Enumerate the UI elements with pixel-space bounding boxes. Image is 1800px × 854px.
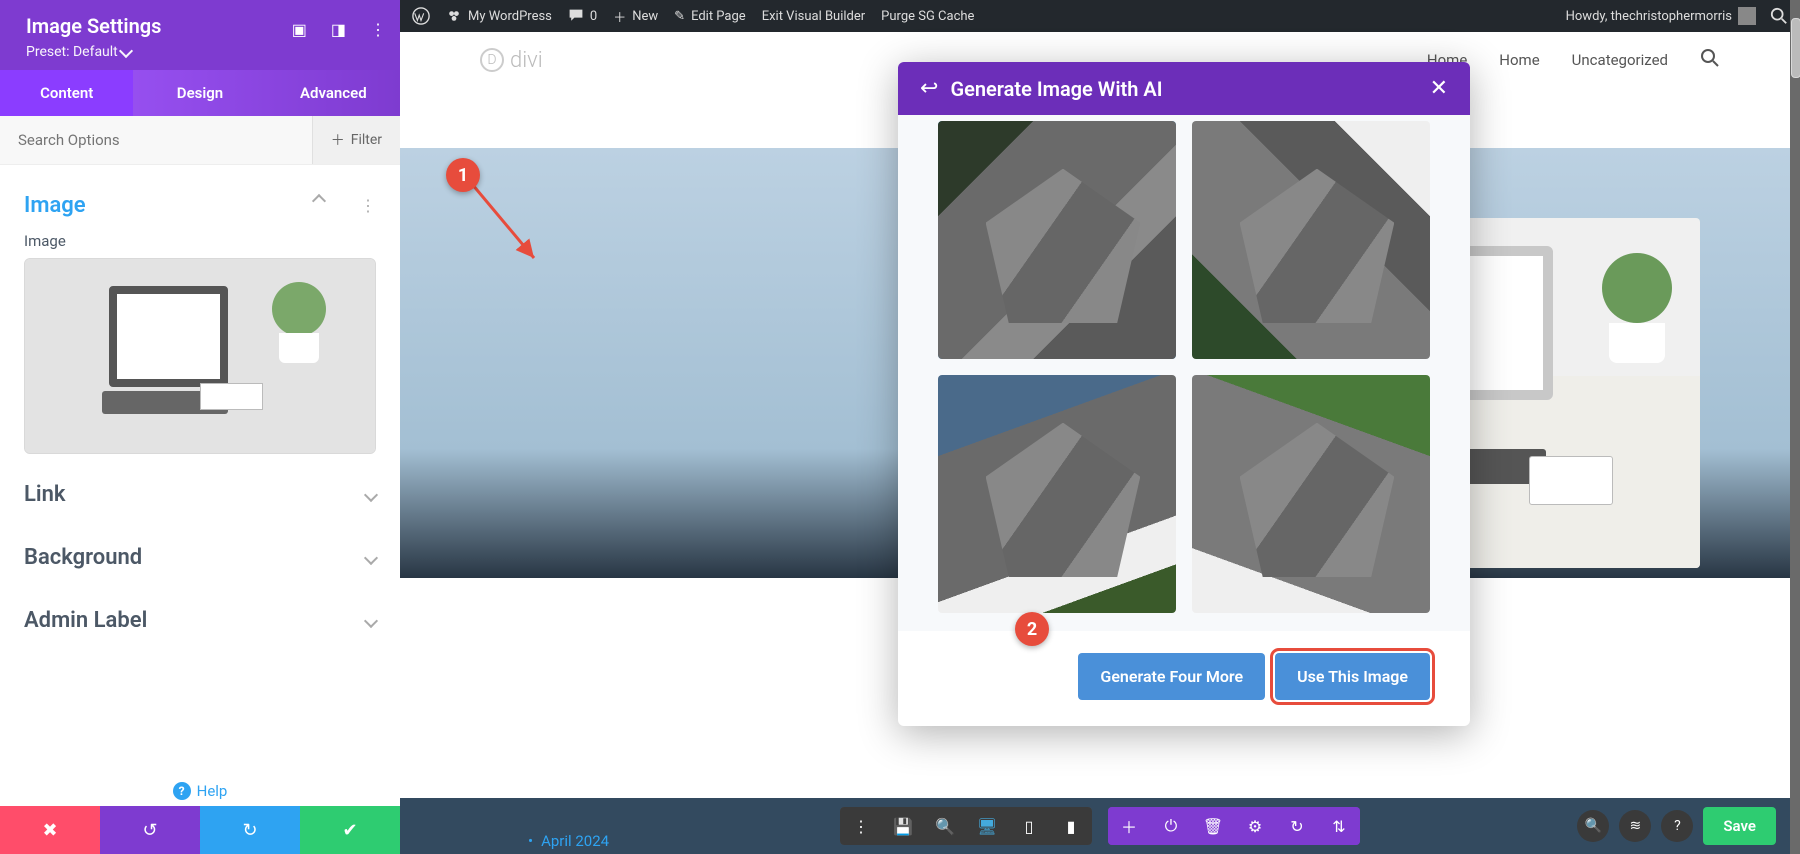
kebab-icon[interactable]: ⋮ (360, 196, 376, 215)
bb-group-right: ＋ ⏻ 🗑 ⚙ ↻ ⇅ (1108, 807, 1360, 845)
bb-tablet-icon[interactable]: ▯ (1008, 807, 1050, 845)
filter-button[interactable]: ＋ Filter (312, 116, 400, 164)
bb-layers-icon[interactable]: ≋ (1619, 810, 1651, 842)
modal-body (898, 115, 1470, 631)
expand-icon[interactable]: ▣ (292, 20, 307, 39)
annotation-arrow-1 (468, 180, 548, 270)
ai-image-modal: ↩ Generate Image With AI ✕ Generate Four… (898, 62, 1470, 726)
chevron-down-icon (364, 487, 378, 501)
section-admin-label-header[interactable]: Admin Label (24, 598, 376, 643)
settings-tabs: Content Design Advanced (0, 70, 400, 116)
bottom-actions: ✖ ↺ ↻ ✔ (0, 806, 400, 854)
section-link: Link (24, 472, 376, 517)
bb-group-left: ⋮ 💾 🔍 🖥 ▯ ▮ (840, 807, 1092, 845)
help-link[interactable]: ? Help (0, 776, 400, 806)
settings-sidebar: Image Settings Preset: Default ▣ ◨ ⋮ Con… (0, 0, 400, 854)
tab-design[interactable]: Design (133, 70, 266, 116)
bb-add-icon[interactable]: ＋ (1108, 807, 1150, 845)
discard-button[interactable]: ✖ (0, 806, 100, 854)
section-admin-label: Admin Label (24, 598, 376, 643)
site-logo[interactable]: D divi (480, 48, 543, 73)
bb-sort-icon[interactable]: ⇅ (1318, 807, 1360, 845)
nav-search-icon[interactable] (1700, 48, 1720, 72)
builder-bar: ⋮ 💾 🔍 🖥 ▯ ▮ ＋ ⏻ 🗑 ⚙ ↻ ⇅ 🔍 ≋ ? Save (400, 798, 1800, 854)
generated-image-2[interactable] (1192, 121, 1430, 359)
main-canvas: My WordPress 0 ＋ New ✎ Edit Page Exit Vi… (400, 0, 1800, 854)
site-nav: Home Home Uncategorized (1427, 48, 1720, 72)
nav-uncategorized[interactable]: Uncategorized (1572, 51, 1668, 69)
section-image: Image ⋮ Image (24, 183, 376, 454)
redo-button[interactable]: ↻ (200, 806, 300, 854)
bb-menu-icon[interactable]: ⋮ (840, 807, 882, 845)
bb-help-icon[interactable]: ? (1661, 810, 1693, 842)
wp-comments-link[interactable]: 0 (568, 8, 597, 24)
preset-dropdown[interactable]: Preset: Default (26, 44, 374, 60)
confirm-button[interactable]: ✔ (300, 806, 400, 854)
chevron-down-icon (119, 44, 133, 58)
wp-edit-link[interactable]: ✎ Edit Page (674, 9, 746, 24)
section-image-header[interactable]: Image ⋮ (24, 183, 376, 228)
search-input[interactable] (0, 117, 312, 163)
section-link-header[interactable]: Link (24, 472, 376, 517)
chevron-down-icon (364, 613, 378, 627)
wp-new-link[interactable]: ＋ New (613, 7, 658, 26)
wp-site-link[interactable]: My WordPress (446, 8, 552, 24)
help-icon: ? (173, 782, 191, 800)
close-icon[interactable]: ✕ (1430, 76, 1448, 101)
nav-home2[interactable]: Home (1499, 51, 1539, 69)
section-background-header[interactable]: Background (24, 535, 376, 580)
wp-exit-link[interactable]: Exit Visual Builder (762, 9, 865, 24)
back-icon[interactable]: ↩ (920, 76, 938, 101)
bb-trash-icon[interactable]: 🗑 (1192, 807, 1234, 845)
search-row: ＋ Filter (0, 116, 400, 165)
wp-admin-bar: My WordPress 0 ＋ New ✎ Edit Page Exit Vi… (400, 0, 1800, 32)
generated-image-1[interactable] (938, 121, 1176, 359)
chevron-up-icon (312, 194, 326, 208)
section-background: Background (24, 535, 376, 580)
tab-content[interactable]: Content (0, 70, 133, 116)
modal-title: Generate Image With AI (950, 77, 1162, 101)
bb-power-icon[interactable]: ⏻ (1150, 807, 1192, 845)
chevron-down-icon (364, 550, 378, 564)
bb-save-icon[interactable]: 💾 (882, 807, 924, 845)
generated-image-3[interactable] (938, 375, 1176, 613)
columns-icon[interactable]: ◨ (331, 20, 346, 39)
undo-button[interactable]: ↺ (100, 806, 200, 854)
save-button[interactable]: Save (1703, 807, 1776, 845)
modal-header: ↩ Generate Image With AI ✕ (898, 62, 1470, 115)
tab-advanced[interactable]: Advanced (267, 70, 400, 116)
vertical-scrollbar[interactable] (1790, 0, 1800, 854)
sidebar-header: Image Settings Preset: Default ▣ ◨ ⋮ (0, 0, 400, 70)
image-field-label: Image (24, 232, 376, 250)
bb-history-icon[interactable]: ↻ (1276, 807, 1318, 845)
kebab-icon[interactable]: ⋮ (370, 20, 386, 39)
wp-logo-icon[interactable] (412, 7, 430, 25)
divi-logo-icon: D (480, 48, 504, 72)
bb-phone-icon[interactable]: ▮ (1050, 807, 1092, 845)
sections-list: Image ⋮ Image Link Background Admin Labe… (0, 165, 400, 776)
plus-icon: ＋ (331, 130, 345, 150)
annotation-badge-2: 2 (1015, 612, 1049, 646)
avatar-icon (1738, 7, 1756, 25)
annotation-badge-1: 1 (446, 158, 480, 192)
bb-desktop-icon[interactable]: 🖥 (966, 807, 1008, 845)
generate-more-button[interactable]: Generate Four More (1078, 653, 1265, 700)
bb-gear-icon[interactable]: ⚙ (1234, 807, 1276, 845)
wp-howdy[interactable]: Howdy, thechristophermorris (1566, 7, 1756, 25)
image-thumbnail[interactable] (24, 258, 376, 454)
bb-search-icon[interactable]: 🔍 (1577, 810, 1609, 842)
use-image-button[interactable]: Use This Image (1275, 653, 1430, 700)
bb-zoom-icon[interactable]: 🔍 (924, 807, 966, 845)
wp-search-icon[interactable] (1770, 7, 1788, 25)
generated-image-4[interactable] (1192, 375, 1430, 613)
wp-purge-link[interactable]: Purge SG Cache (881, 9, 974, 24)
modal-actions: Generate Four More Use This Image (898, 631, 1470, 726)
image-grid (938, 121, 1430, 613)
